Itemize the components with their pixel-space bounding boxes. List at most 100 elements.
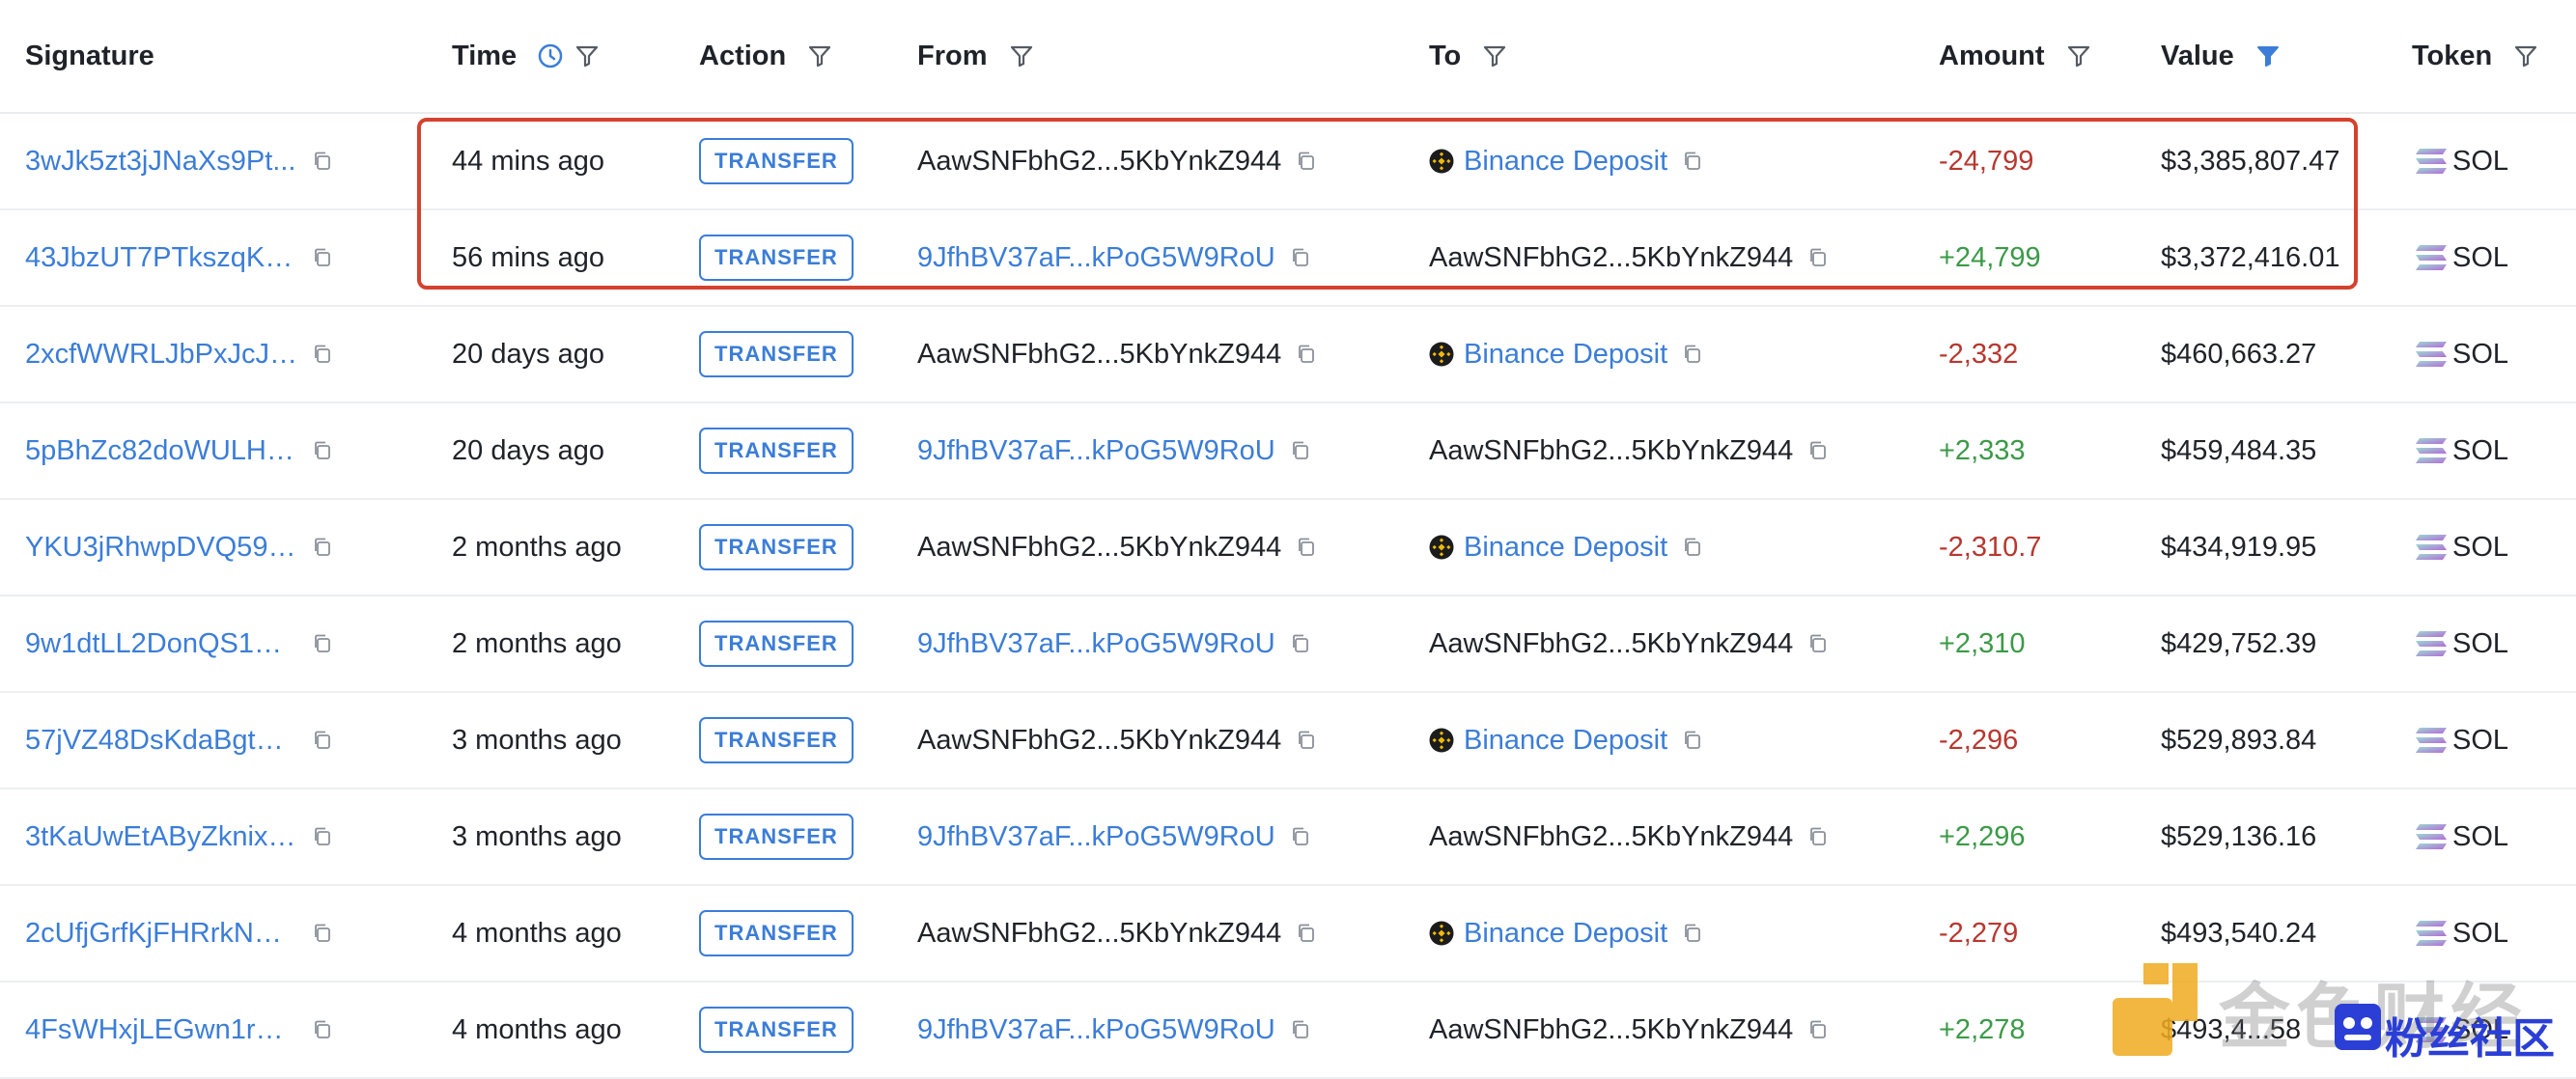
header-signature-label: Signature [25,40,154,71]
token-cell: SOL [2412,307,2508,401]
to-cell: AawSNFbhG2...5KbYnkZ944 [1429,596,1830,691]
copy-icon[interactable] [311,1018,334,1041]
copy-icon[interactable] [1289,246,1312,269]
copy-icon[interactable] [1295,922,1318,945]
copy-icon[interactable] [1289,632,1312,655]
from-address: AawSNFbhG2...5KbYnkZ944 [917,145,1282,177]
signature-link[interactable]: 43JbzUT7PTkszqKF... [25,242,297,274]
filter-active-icon[interactable] [2254,42,2282,70]
copy-icon[interactable] [1806,1018,1830,1041]
signature-link[interactable]: 9w1dtLL2DonQS1nt... [25,628,297,660]
copy-icon[interactable] [311,729,334,752]
header-from[interactable]: From [917,0,1036,112]
table-header: Signature Time Action From To Amount Val… [0,0,2576,114]
signature-link[interactable]: 2xcfWWRLJbPxJcJq... [25,339,297,371]
action-cell: TRANSFER [699,886,854,981]
value-cell: $460,663.27 [2161,307,2316,401]
action-badge: TRANSFER [699,524,854,570]
time-cell: 20 days ago [452,403,604,498]
header-value[interactable]: Value [2161,0,2282,112]
copy-icon[interactable] [1681,536,1704,559]
signature-link[interactable]: 5pBhZc82doWULH9... [25,435,297,467]
action-badge: TRANSFER [699,717,854,763]
amount-cell: +2,296 [1939,789,2026,884]
filter-icon[interactable] [1480,42,1509,70]
copy-icon[interactable] [311,922,334,945]
action-badge: TRANSFER [699,138,854,184]
action-badge: TRANSFER [699,331,854,377]
to-address[interactable]: Binance Deposit [1464,339,1667,371]
to-address[interactable]: Binance Deposit [1464,918,1667,950]
copy-icon[interactable] [1806,439,1830,462]
to-cell: AawSNFbhG2...5KbYnkZ944 [1429,789,1830,884]
header-to[interactable]: To [1429,0,1509,112]
solana-icon [2412,1014,2450,1045]
signature-link[interactable]: 57jVZ48DsKdaBgtBL... [25,725,297,757]
copy-icon[interactable] [1806,246,1830,269]
copy-icon[interactable] [1289,825,1312,848]
filter-icon[interactable] [2064,42,2093,70]
signature-link[interactable]: 3wJk5zt3jJNaXs9Pt... [25,146,297,178]
copy-icon[interactable] [1295,536,1318,559]
token-symbol: SOL [2452,145,2509,177]
amount-value: -2,296 [1939,724,2019,756]
to-address[interactable]: Binance Deposit [1464,532,1667,564]
header-signature[interactable]: Signature [25,0,166,112]
copy-icon[interactable] [1806,825,1830,848]
from-address[interactable]: 9JfhBV37aF...kPoG5W9RoU [917,628,1275,660]
copy-icon[interactable] [311,825,334,848]
copy-icon[interactable] [1295,729,1318,752]
signature-link[interactable]: YKU3jRhwpDVQ59ER... [25,532,297,564]
signature-cell: 2cUfjGrfKjFHRrkNZ5j... [25,886,334,981]
copy-icon[interactable] [1289,439,1312,462]
copy-icon[interactable] [1681,729,1704,752]
solana-icon [2412,821,2450,852]
from-address[interactable]: 9JfhBV37aF...kPoG5W9RoU [917,1014,1275,1046]
copy-icon[interactable] [1295,343,1318,366]
filter-icon[interactable] [805,42,834,70]
header-token[interactable]: Token [2412,0,2540,112]
value-usd: $429,752.39 [2161,627,2317,659]
copy-icon[interactable] [311,439,334,462]
from-cell: 9JfhBV37aF...kPoG5W9RoU [917,596,1312,691]
action-badge: TRANSFER [699,235,854,281]
header-action[interactable]: Action [699,0,834,112]
time-text: 3 months ago [452,820,622,852]
copy-icon[interactable] [1681,150,1704,173]
copy-icon[interactable] [1681,922,1704,945]
copy-icon[interactable] [1295,150,1318,173]
from-address[interactable]: 9JfhBV37aF...kPoG5W9RoU [917,242,1275,274]
copy-icon[interactable] [311,536,334,559]
signature-link[interactable]: 4FsWHxjLEGwn1rhN... [25,1014,297,1046]
copy-icon[interactable] [311,150,334,173]
copy-icon[interactable] [311,632,334,655]
to-cell: AawSNFbhG2...5KbYnkZ944 [1429,403,1830,498]
filter-icon[interactable] [2511,42,2540,70]
clock-icon[interactable] [536,42,565,70]
copy-icon[interactable] [1806,632,1830,655]
value-usd: $3,372,416.01 [2161,241,2340,273]
to-cell: Binance Deposit [1429,500,1704,595]
signature-link[interactable]: 2cUfjGrfKjFHRrkNZ5j... [25,918,297,950]
copy-icon[interactable] [1289,1018,1312,1041]
filter-icon[interactable] [1007,42,1036,70]
table-row: 43JbzUT7PTkszqKF... 56 mins ago TRANSFER 9J… [0,210,2576,307]
header-amount[interactable]: Amount [1939,0,2093,112]
to-address[interactable]: Binance Deposit [1464,725,1667,757]
action-badge: TRANSFER [699,1007,854,1053]
signature-cell: YKU3jRhwpDVQ59ER... [25,500,334,595]
signature-link[interactable]: 3tKaUwEtAByZknixv... [25,821,297,853]
to-address[interactable]: Binance Deposit [1464,146,1667,178]
from-address[interactable]: 9JfhBV37aF...kPoG5W9RoU [917,435,1275,467]
table-body: 3wJk5zt3jJNaXs9Pt... 44 mins ago TRANSFER A… [0,114,2576,1079]
from-address[interactable]: 9JfhBV37aF...kPoG5W9RoU [917,821,1275,853]
to-cell: Binance Deposit [1429,886,1704,981]
filter-icon[interactable] [573,42,602,70]
to-address: AawSNFbhG2...5KbYnkZ944 [1429,627,1794,659]
header-time[interactable]: Time [452,0,602,112]
copy-icon[interactable] [1681,343,1704,366]
amount-value: +2,278 [1939,1013,2026,1045]
copy-icon[interactable] [311,343,334,366]
copy-icon[interactable] [311,246,334,269]
time-text: 3 months ago [452,724,622,756]
